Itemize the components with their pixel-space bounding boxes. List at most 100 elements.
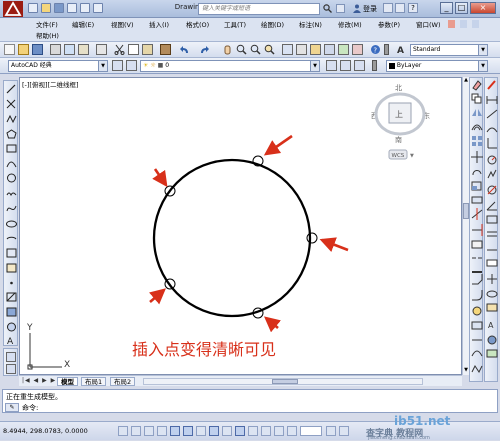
hatch-icon[interactable] (6, 292, 17, 302)
trim-icon[interactable] (471, 208, 483, 220)
print-icon[interactable] (67, 3, 77, 13)
color-select[interactable]: ByLayer ▼ (386, 60, 488, 72)
modify-icon[interactable] (487, 80, 496, 90)
undo-icon[interactable] (80, 3, 90, 13)
quick-view-layouts-icon[interactable] (326, 426, 336, 436)
inspection-icon[interactable] (486, 290, 498, 298)
drawn-circle[interactable] (152, 158, 312, 318)
menu-insert[interactable]: 插入(I) (147, 20, 171, 30)
3d-object-snap-icon[interactable] (196, 426, 206, 436)
gradient-icon[interactable] (6, 307, 17, 317)
cursor-coordinates[interactable]: 8.4944, 298.0783, 0.0000 (3, 427, 88, 435)
drawing-canvas[interactable]: [-][俯视][二维线框] 北 西 东 南 上 WCS ▼ Y X 插入点变得清… (19, 77, 462, 375)
snap-mode-icon[interactable] (131, 426, 141, 436)
dynamic-ucs-icon[interactable] (222, 426, 232, 436)
calculator-icon[interactable] (352, 44, 363, 55)
paste-icon[interactable] (142, 44, 153, 55)
plot-icon[interactable] (50, 44, 61, 55)
insert-block-icon[interactable] (6, 248, 17, 258)
align-icon[interactable] (471, 321, 483, 330)
polar-tracking-icon[interactable] (170, 426, 180, 436)
layer-select[interactable]: ☀ ☼ ■ 0 ▼ (140, 60, 320, 72)
line-icon[interactable] (6, 84, 16, 94)
quick-view-drawings-icon[interactable] (339, 426, 349, 436)
workspace-settings-icon[interactable] (112, 60, 123, 71)
menu-file[interactable]: 文件(F) (34, 20, 60, 30)
construction-line-icon[interactable] (6, 99, 16, 109)
linear-dimension-icon[interactable] (486, 96, 498, 104)
sheet-set-icon[interactable] (324, 44, 335, 55)
scale-icon[interactable] (471, 181, 482, 191)
aligned-dimension-icon[interactable] (486, 109, 498, 119)
doc-minimize-icon[interactable] (448, 20, 455, 28)
object-snap-tracking-icon[interactable] (209, 426, 219, 436)
command-line[interactable]: 正在重生成模型。 ✎ 命令: (2, 389, 498, 413)
dynamic-input-icon[interactable] (235, 426, 245, 436)
command-input[interactable] (43, 403, 443, 412)
angular-dimension-icon[interactable] (486, 201, 497, 211)
menu-edit[interactable]: 编辑(E) (70, 20, 96, 30)
pan-icon[interactable] (222, 44, 233, 55)
properties-icon[interactable] (282, 44, 293, 55)
center-mark-icon[interactable] (487, 274, 497, 284)
ordinate-dimension-icon[interactable] (487, 138, 497, 149)
ellipse-arc-icon[interactable] (6, 236, 17, 240)
offset-icon[interactable] (471, 124, 483, 131)
open-icon[interactable] (18, 44, 29, 55)
vertical-scrollbar[interactable]: ▲ ▼ (462, 77, 469, 375)
jogged-icon[interactable] (487, 169, 497, 179)
tab-layout2[interactable]: 布局2 (110, 377, 136, 386)
workspace-select[interactable]: AutoCAD 经典 ▼ (8, 60, 108, 72)
make-current-layer-icon[interactable] (326, 60, 337, 71)
grid-display-icon[interactable] (144, 426, 154, 436)
save-toolbar-icon[interactable] (32, 44, 43, 55)
arc-icon[interactable] (6, 161, 17, 168)
move-icon[interactable] (471, 151, 483, 163)
menu-help[interactable]: 帮助(H) (34, 31, 61, 41)
preview-icon[interactable] (64, 44, 75, 55)
menu-modify[interactable]: 修改(M) (336, 20, 364, 30)
menu-format[interactable]: 格式(O) (184, 20, 211, 30)
blend-curves-icon[interactable] (471, 350, 483, 357)
baseline-icon[interactable] (487, 231, 497, 237)
tab-layout1[interactable]: 布局1 (81, 377, 107, 386)
open-file-icon[interactable] (41, 3, 51, 13)
tab-model[interactable]: 模型 (57, 377, 78, 386)
autocad-logo-icon[interactable] (3, 1, 23, 17)
selection-cycling-icon[interactable] (287, 426, 297, 436)
close-button[interactable]: × (470, 2, 496, 14)
polygon-icon[interactable] (6, 129, 17, 139)
doc-restore-icon[interactable] (460, 20, 467, 28)
menu-draw[interactable]: 绘图(D) (259, 20, 286, 30)
infer-constraints-icon[interactable] (118, 426, 128, 436)
zoom-previous-icon[interactable] (264, 44, 275, 55)
undo-toolbar-icon[interactable] (178, 44, 189, 55)
markup-icon[interactable] (338, 44, 349, 55)
transparency-icon[interactable] (261, 426, 271, 436)
tab-navigation-arrows[interactable]: |◀ ◀ ▶ ▶| (22, 377, 59, 384)
qnew-icon[interactable] (4, 44, 15, 55)
text-style-select[interactable]: Standard ▼ (410, 44, 488, 56)
redo-icon[interactable] (93, 3, 103, 13)
spline-icon[interactable] (6, 205, 17, 212)
chamfer-icon[interactable] (472, 274, 483, 285)
tolerance-icon[interactable] (486, 259, 498, 267)
diameter-dimension-icon[interactable] (487, 185, 497, 195)
rectangle-icon[interactable] (6, 144, 17, 153)
help-toolbar-icon[interactable]: ? (370, 44, 381, 55)
stretch-icon[interactable] (471, 196, 483, 204)
copy-icon[interactable] (128, 44, 139, 55)
save-icon[interactable] (54, 3, 64, 13)
cut-icon[interactable] (114, 44, 125, 55)
array-icon[interactable] (472, 136, 482, 146)
match-properties-icon[interactable] (160, 44, 171, 55)
layer-previous-icon[interactable] (340, 60, 351, 71)
menu-view[interactable]: 视图(V) (109, 20, 136, 30)
table-icon[interactable] (6, 352, 16, 362)
dimension-update-icon[interactable] (487, 335, 497, 345)
mtext-icon[interactable]: A (7, 337, 14, 347)
ellipse-icon[interactable] (6, 220, 17, 228)
menu-dimension[interactable]: 标注(N) (297, 20, 324, 30)
circle-icon[interactable] (7, 173, 16, 183)
toolbar-grip-icon[interactable] (372, 60, 377, 71)
